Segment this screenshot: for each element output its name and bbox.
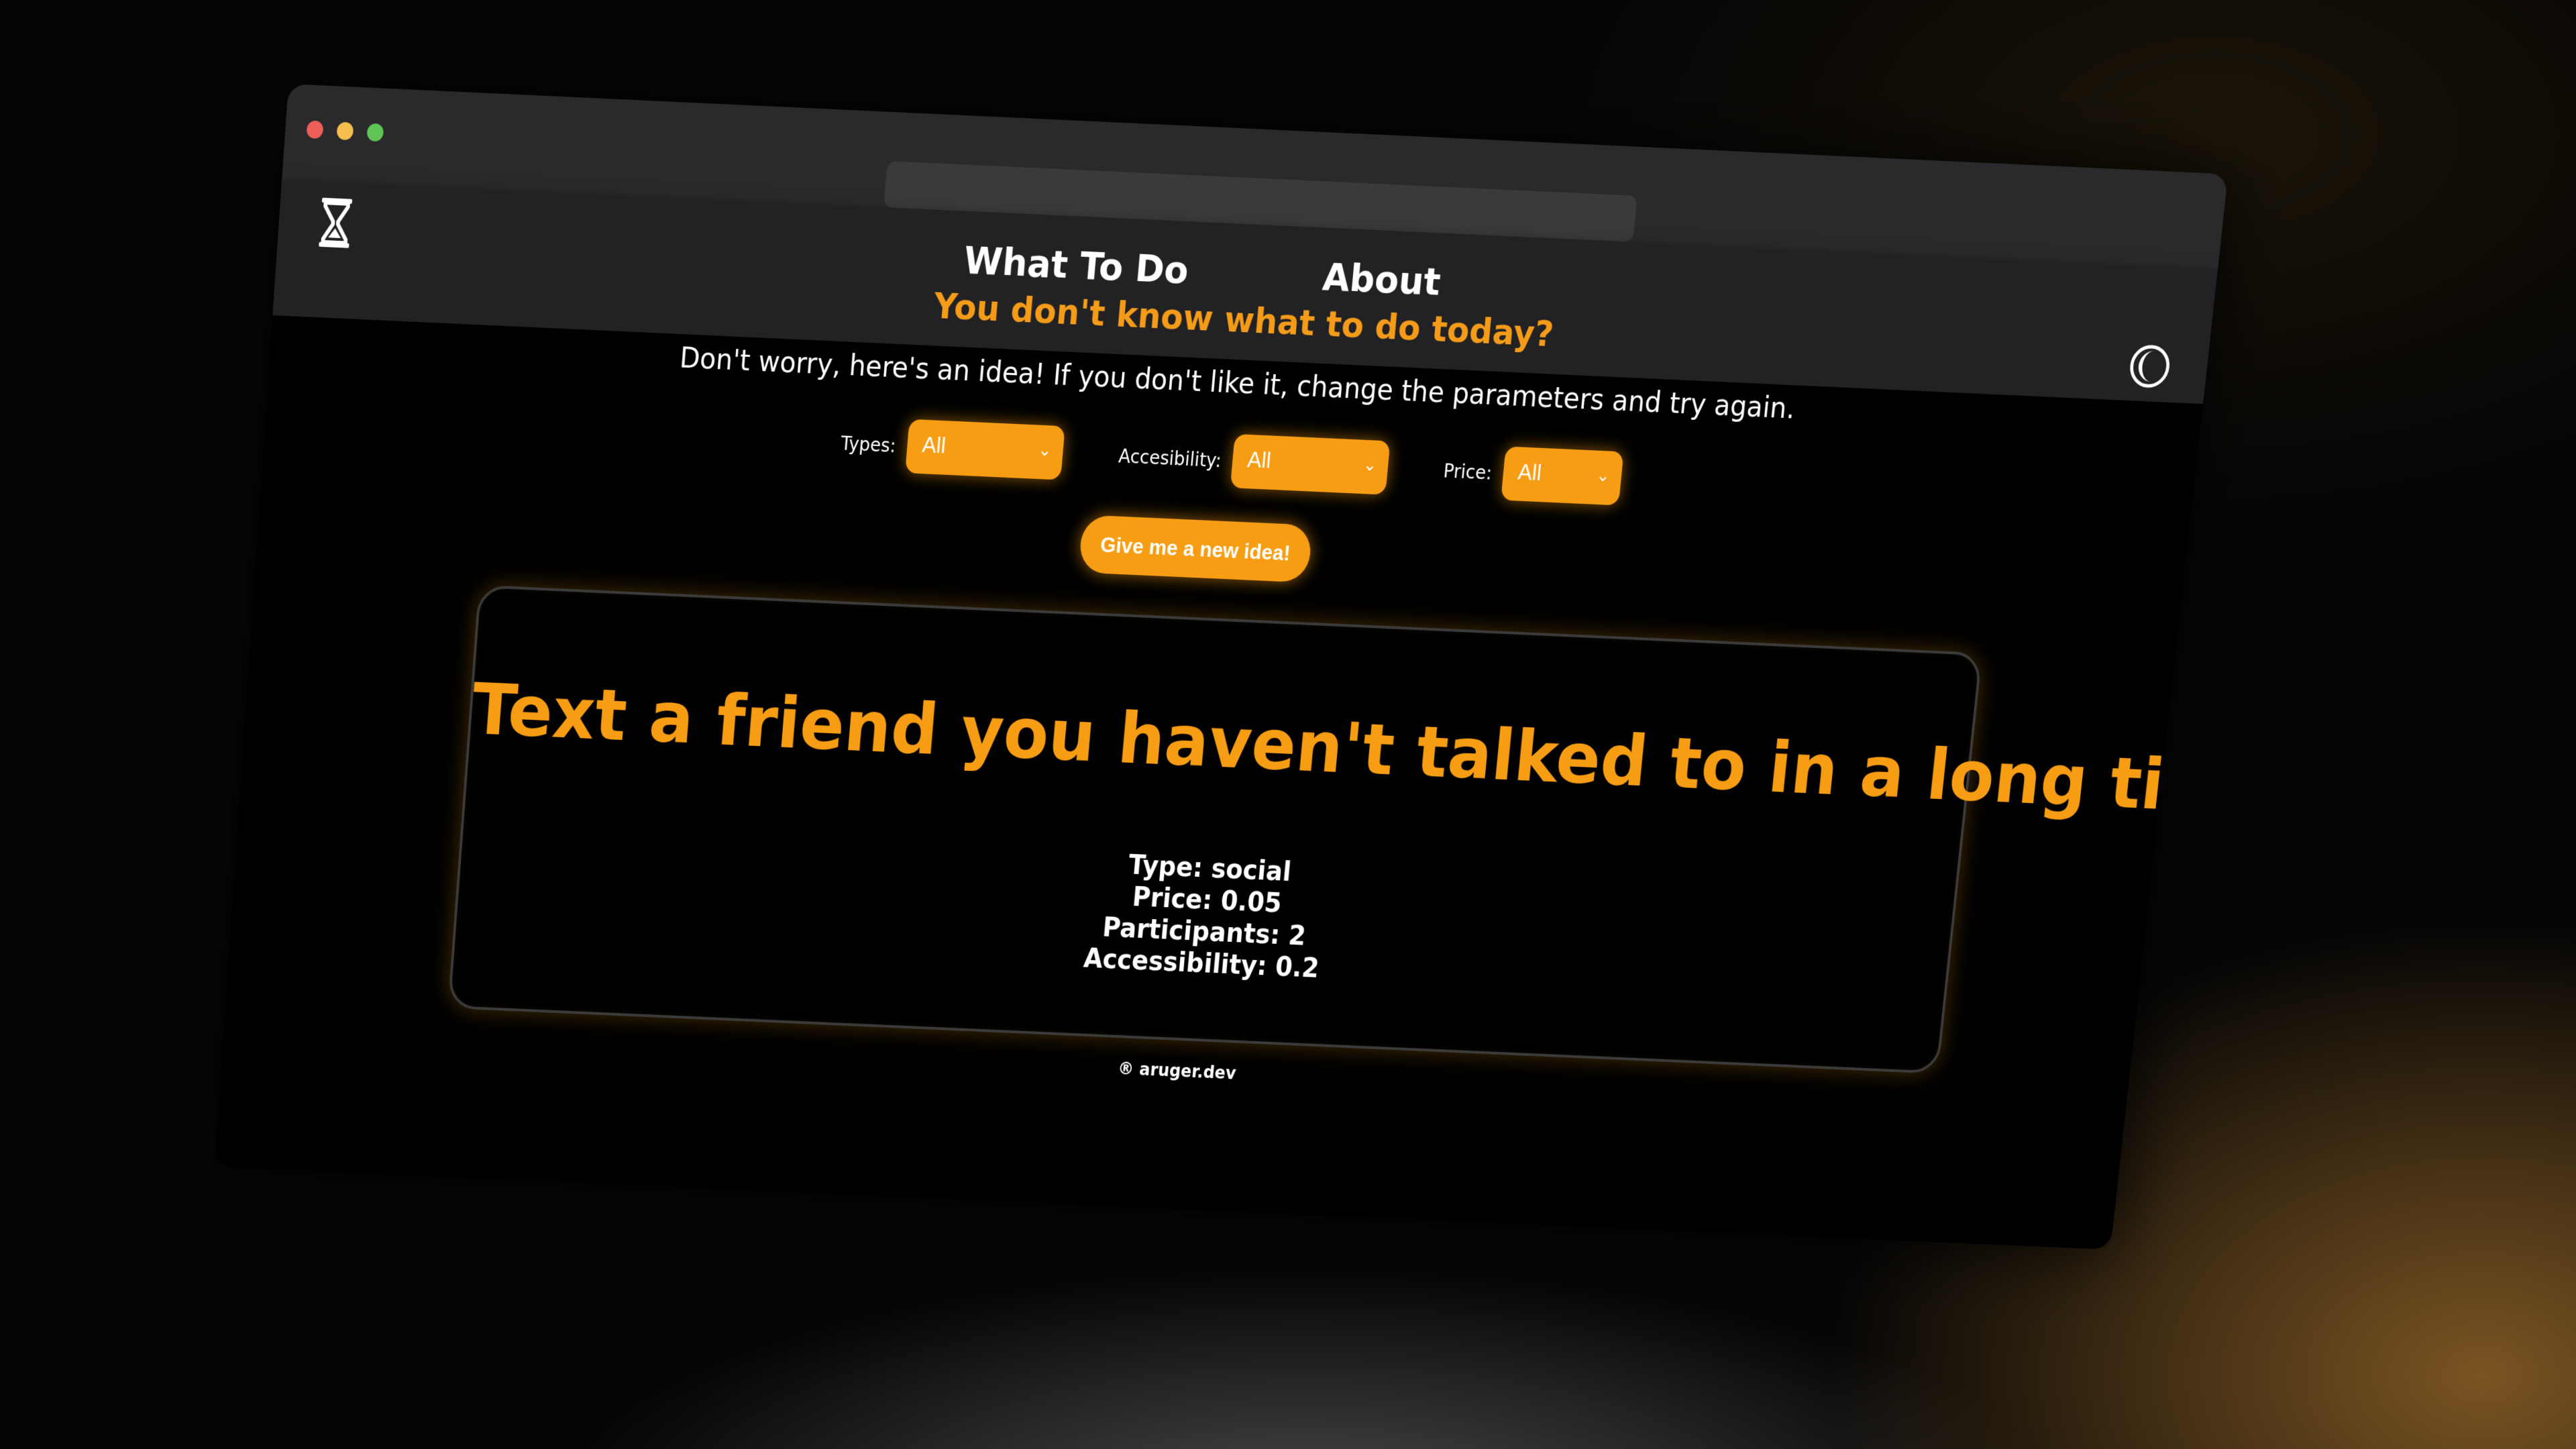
accessibility-select[interactable]: All ⌄ xyxy=(1230,433,1391,495)
types-label: Types: xyxy=(840,431,897,457)
types-select-value: All xyxy=(921,431,947,459)
types-select[interactable]: All ⌄ xyxy=(904,419,1065,480)
chevron-down-icon: ⌄ xyxy=(1362,454,1378,476)
accessibility-filter: Accesibility: All ⌄ xyxy=(1116,429,1391,495)
price-label: Price: xyxy=(1442,459,1493,484)
activity-title: Text a friend you haven't talked to in a… xyxy=(469,667,2229,830)
activity-card: Text a friend you haven't talked to in a… xyxy=(447,584,2229,1074)
activity-details: Type: social Price: 0.05 Participants: 2… xyxy=(455,820,1955,1012)
types-filter: Types: All ⌄ xyxy=(839,416,1065,480)
chevron-down-icon: ⌄ xyxy=(1595,465,1611,486)
chevron-down-icon: ⌄ xyxy=(1037,439,1053,461)
accessibility-select-value: All xyxy=(1246,446,1273,474)
close-window-button[interactable] xyxy=(306,120,324,140)
price-filter: Price: All ⌄ xyxy=(1441,443,1624,506)
new-idea-button[interactable]: Give me a new idea! xyxy=(1078,515,1313,583)
price-select-value: All xyxy=(1517,459,1543,486)
maximize-window-button[interactable] xyxy=(366,123,384,142)
minimize-window-button[interactable] xyxy=(336,121,354,141)
nav-what-to-do[interactable]: What To Do xyxy=(962,238,1190,292)
nav-about[interactable]: About xyxy=(1321,255,1442,305)
hourglass-icon[interactable] xyxy=(315,195,356,251)
accessibility-label: Accesibility: xyxy=(1118,444,1222,472)
browser-window: What To Do About You don't know what to … xyxy=(214,84,2229,1250)
price-select[interactable]: All ⌄ xyxy=(1500,446,1624,506)
